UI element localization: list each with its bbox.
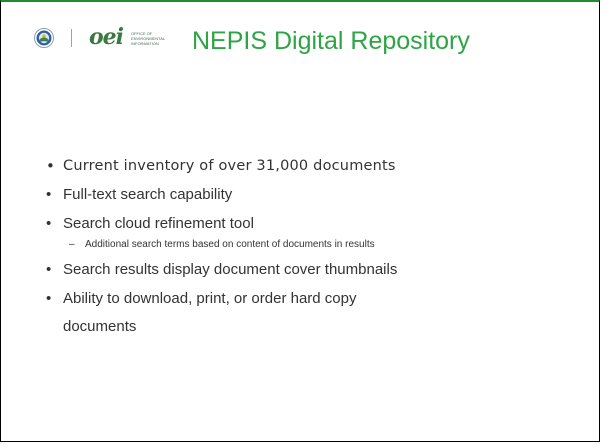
bullet-dot: • (46, 215, 52, 232)
oei-logo-text: OFFICE OF ENVIRONMENTAL INFORMATION (131, 31, 166, 46)
bullet-list: • Current inventory of over 31,000 docum… (43, 152, 583, 342)
bullet-text: Current inventory of over 31,000 documen… (63, 158, 396, 174)
sub-bullet-text: Additional search terms based on content… (85, 239, 375, 250)
oei-logo-letters: oei (89, 24, 124, 50)
sub-bullet-dash: – (69, 239, 75, 250)
bullet-text: Full-text search capability (63, 186, 233, 203)
slide-header: oei OFFICE OF ENVIRONMENTAL INFORMATION … (1, 4, 599, 70)
bullet-dot: • (46, 290, 52, 307)
bullet-text: Search results display document cover th… (63, 261, 398, 278)
bullet-item: • Ability to download, print, or order h… (43, 285, 583, 341)
bullet-text-line-2: documents (63, 318, 137, 335)
bullet-dot: • (46, 261, 52, 278)
bullet-item: • Full-text search capability (43, 181, 583, 209)
oei-logo: oei OFFICE OF ENVIRONMENTAL INFORMATION (89, 24, 171, 50)
bullet-dot: • (46, 157, 56, 175)
sub-bullet-item: – Additional search terms based on conte… (43, 238, 583, 252)
bullet-item: • Current inventory of over 31,000 docum… (43, 152, 583, 180)
bullet-item: • Search results display document cover … (43, 256, 583, 284)
bullet-dot: • (46, 186, 52, 203)
bullet-text-line-1: Ability to download, print, or order har… (63, 290, 357, 307)
epa-seal-icon (34, 28, 54, 48)
slide: oei OFFICE OF ENVIRONMENTAL INFORMATION … (0, 0, 600, 442)
bullet-text: Search cloud refinement tool (63, 215, 254, 232)
bullet-item: • Search cloud refinement tool (43, 210, 583, 238)
slide-title: NEPIS Digital Repository (192, 27, 470, 55)
logo-divider (71, 29, 72, 47)
